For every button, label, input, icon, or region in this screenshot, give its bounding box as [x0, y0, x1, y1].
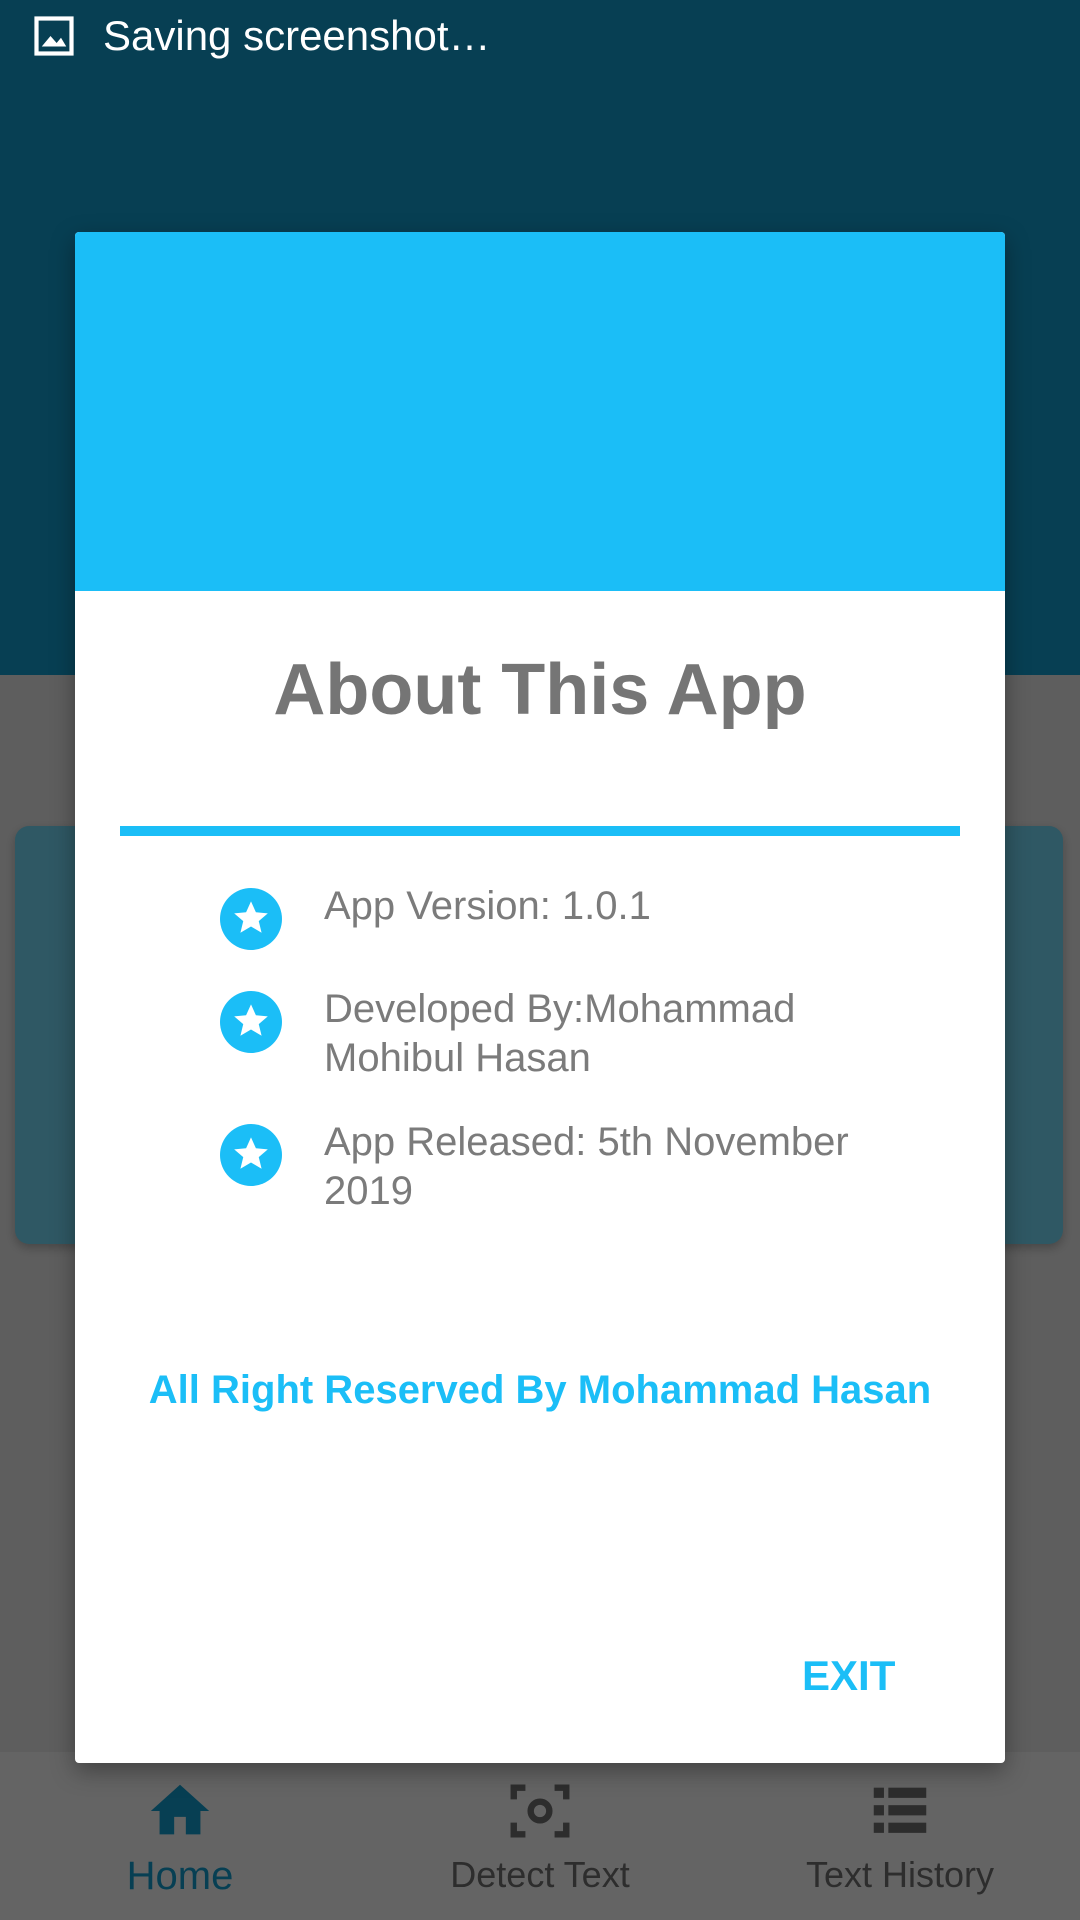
dialog-title: About This App	[273, 650, 807, 730]
info-item-version: App Version: 1.0.1	[220, 882, 940, 950]
status-bar: Saving screenshot…	[0, 0, 1080, 72]
info-text-release-date: App Released: 5th November 2019	[324, 1120, 849, 1213]
app-screen: Home Detect Text Text History	[0, 0, 1080, 1920]
info-item-developer: Developed By:Mohammad Mohibul Hasan	[220, 985, 940, 1083]
star-icon	[220, 1124, 282, 1186]
image-icon	[34, 16, 74, 56]
app-info-list: App Version: 1.0.1 Developed By:Mohammad…	[220, 882, 940, 1251]
star-icon	[220, 991, 282, 1053]
about-dialog: About This App App Version: 1.0.1 Develo…	[75, 232, 1005, 1763]
info-text-version: App Version: 1.0.1	[324, 884, 651, 928]
dialog-header-banner	[75, 232, 1005, 591]
status-notification-text: Saving screenshot…	[103, 12, 491, 59]
star-icon	[220, 888, 282, 950]
exit-button[interactable]: EXIT	[790, 1642, 907, 1710]
info-text-developer: Developed By:Mohammad Mohibul Hasan	[324, 987, 796, 1080]
copyright-text: All Right Reserved By Mohammad Hasan	[148, 1368, 932, 1412]
title-divider	[120, 826, 960, 836]
info-item-release-date: App Released: 5th November 2019	[220, 1118, 940, 1216]
